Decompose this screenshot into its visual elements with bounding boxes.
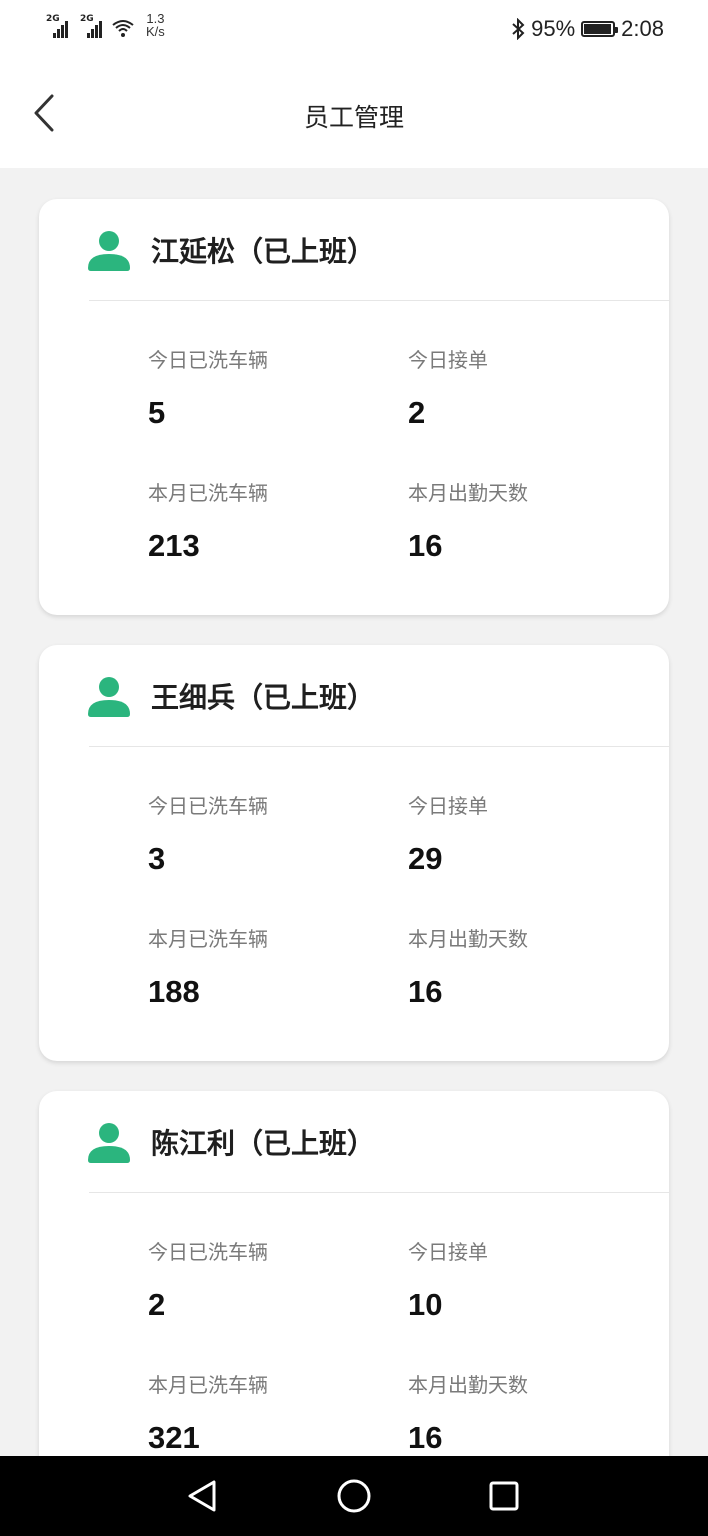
employee-card[interactable]: 陈江利（已上班） 今日已洗车辆 2 今日接单 10 本月已洗车辆 321 本月出… xyxy=(39,1091,669,1507)
employee-name: 王细兵（已上班） xyxy=(151,681,376,714)
stat-month-attendance: 本月出勤天数 16 xyxy=(408,923,528,1010)
title-bar: 员工管理 xyxy=(0,60,708,168)
employee-name: 陈江利（已上班） xyxy=(151,1127,376,1160)
speed-unit: K/s xyxy=(146,24,165,39)
signal-icon: 2G xyxy=(46,14,68,38)
employee-card[interactable]: 江延松（已上班） 今日已洗车辆 5 今日接单 2 本月已洗车辆 213 本月出勤… xyxy=(39,199,669,615)
stat-value: 2 xyxy=(148,1287,166,1322)
stat-today-washed: 今日已洗车辆 5 xyxy=(148,344,268,431)
stat-label: 本月已洗车辆 xyxy=(148,927,268,951)
employee-card[interactable]: 王细兵（已上班） 今日已洗车辆 3 今日接单 29 本月已洗车辆 188 本月出… xyxy=(39,645,669,1061)
person-icon xyxy=(88,231,130,271)
system-nav-bar xyxy=(0,1456,708,1536)
stat-value: 16 xyxy=(408,528,443,563)
stat-today-washed: 今日已洗车辆 3 xyxy=(148,790,268,877)
stat-month-washed: 本月已洗车辆 188 xyxy=(148,923,268,1010)
stat-label: 本月已洗车辆 xyxy=(148,481,268,505)
stat-today-washed: 今日已洗车辆 2 xyxy=(148,1236,268,1323)
stat-value: 321 xyxy=(148,1420,200,1455)
clock: 2:08 xyxy=(621,16,664,41)
employee-name: 江延松（已上班） xyxy=(151,235,376,268)
stat-value: 10 xyxy=(408,1287,443,1322)
stat-value: 16 xyxy=(408,974,443,1009)
bluetooth-icon xyxy=(512,18,525,40)
divider xyxy=(89,1192,669,1193)
stat-value: 188 xyxy=(148,974,200,1009)
stat-label: 今日接单 xyxy=(408,1240,488,1264)
triangle-back-icon[interactable] xyxy=(184,1476,224,1516)
stat-label: 本月出勤天数 xyxy=(408,481,528,505)
battery-icon xyxy=(581,21,619,37)
stat-label: 本月出勤天数 xyxy=(408,927,528,951)
battery-fill xyxy=(584,24,611,34)
network-speed: 1.3 K/s xyxy=(146,12,165,38)
stat-today-orders: 今日接单 2 xyxy=(408,344,488,431)
person-icon xyxy=(88,1123,130,1163)
signal-icon-2: 2G xyxy=(80,14,102,38)
status-bar: 2G 2G 1.3 K/s 95% 2:08 xyxy=(0,0,708,60)
app-header: 2G 2G 1.3 K/s 95% 2:08 员工管理 xyxy=(0,0,708,168)
stat-month-washed: 本月已洗车辆 321 xyxy=(148,1369,268,1456)
divider xyxy=(89,746,669,747)
divider xyxy=(89,300,669,301)
stat-value: 3 xyxy=(148,841,166,876)
wifi-icon xyxy=(112,20,134,37)
stat-value: 2 xyxy=(408,395,426,430)
square-recents-icon[interactable] xyxy=(484,1476,524,1516)
stat-label: 本月已洗车辆 xyxy=(148,1373,268,1397)
stat-label: 今日已洗车辆 xyxy=(148,794,268,818)
stat-value: 213 xyxy=(148,528,200,563)
battery-percent: 95% xyxy=(531,16,576,41)
stat-label: 今日接单 xyxy=(408,794,488,818)
stat-value: 5 xyxy=(148,395,166,430)
stat-today-orders: 今日接单 29 xyxy=(408,790,488,877)
stat-month-attendance: 本月出勤天数 16 xyxy=(408,1369,528,1456)
stat-month-washed: 本月已洗车辆 213 xyxy=(148,477,268,564)
person-icon xyxy=(88,677,130,717)
stat-label: 今日已洗车辆 xyxy=(148,1240,268,1264)
stat-value: 29 xyxy=(408,841,443,876)
stat-label: 今日接单 xyxy=(408,348,488,372)
stat-value: 16 xyxy=(408,1420,443,1455)
circle-home-icon[interactable] xyxy=(334,1476,374,1516)
stat-label: 本月出勤天数 xyxy=(408,1373,528,1397)
stat-month-attendance: 本月出勤天数 16 xyxy=(408,477,528,564)
stat-today-orders: 今日接单 10 xyxy=(408,1236,488,1323)
page-title: 员工管理 xyxy=(303,103,404,132)
stat-label: 今日已洗车辆 xyxy=(148,348,268,372)
